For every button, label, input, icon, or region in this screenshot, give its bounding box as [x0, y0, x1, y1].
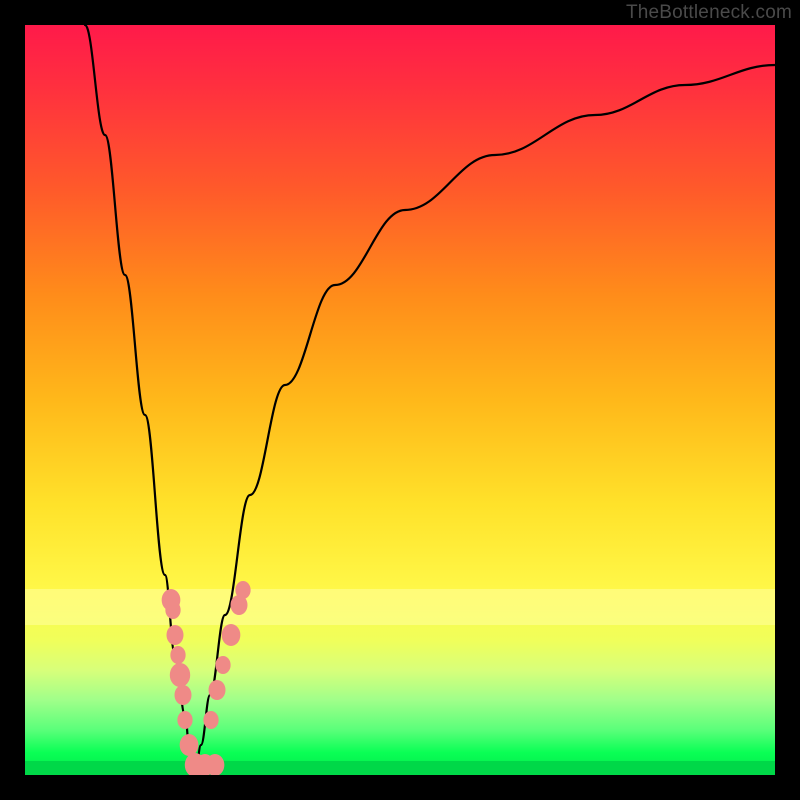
pink-marker	[215, 656, 230, 674]
pink-marker	[235, 581, 250, 599]
bottleneck-curve	[85, 25, 775, 775]
pink-marker	[209, 680, 226, 700]
pink-marker	[165, 601, 180, 619]
pink-marker	[177, 711, 192, 729]
pink-marker	[203, 711, 218, 729]
curve-layer	[25, 25, 775, 775]
plot-area	[25, 25, 775, 775]
pink-marker	[170, 646, 185, 664]
pink-marker	[180, 734, 199, 756]
watermark-text: TheBottleneck.com	[626, 2, 792, 24]
chart-frame: TheBottleneck.com	[0, 0, 800, 800]
pink-marker	[222, 624, 241, 646]
pink-marker	[167, 625, 184, 645]
pink-marker-cluster	[162, 581, 251, 775]
pink-marker	[170, 663, 190, 687]
pink-marker	[175, 685, 192, 705]
pink-marker	[206, 754, 225, 775]
